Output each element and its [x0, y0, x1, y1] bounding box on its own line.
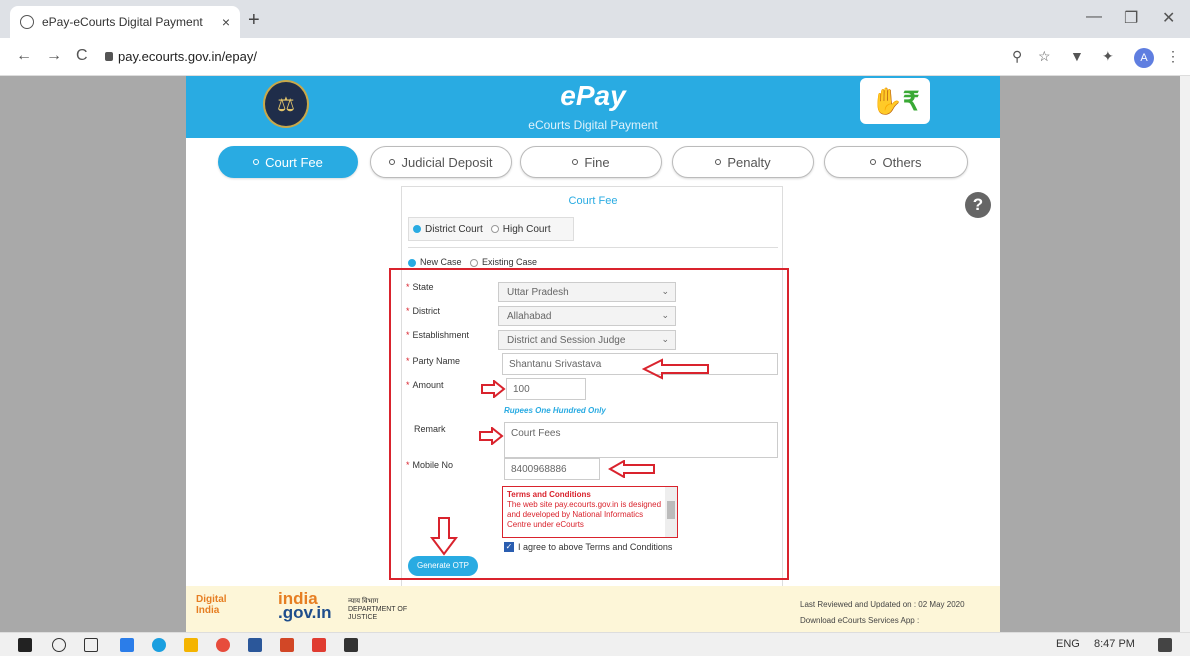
- acrobat-icon[interactable]: [344, 638, 358, 652]
- reload-icon[interactable]: C: [76, 47, 88, 65]
- party-name-label: * Party Name: [406, 356, 461, 366]
- profile-avatar[interactable]: A: [1134, 48, 1154, 68]
- generate-otp-button[interactable]: Generate OTP: [408, 556, 478, 576]
- left-arrow-icon: [608, 460, 655, 478]
- language-indicator[interactable]: ENG: [1056, 638, 1080, 650]
- agree-checkbox[interactable]: ✓: [504, 542, 514, 552]
- chevron-down-icon: ⌄: [661, 334, 669, 344]
- establishment-select[interactable]: District and Session Judge ⌄: [498, 330, 676, 350]
- tab-title: ePay-eCourts Digital Payment: [42, 15, 203, 29]
- epay-page: ⚖ ePay eCourts Digital Payment ✋₹ Court …: [186, 76, 1000, 632]
- clock[interactable]: 8:47 PM: [1094, 638, 1135, 650]
- left-arrow-icon: [642, 358, 709, 380]
- tab-fine[interactable]: Fine: [520, 146, 662, 178]
- tab-judicial-deposit[interactable]: Judicial Deposit: [370, 146, 512, 178]
- terms-box[interactable]: Terms and Conditions The web site pay.ec…: [502, 486, 678, 538]
- page-scrollbar[interactable]: [1180, 76, 1190, 632]
- divider: [408, 247, 778, 248]
- close-window-button[interactable]: ✕: [1162, 8, 1175, 28]
- radio-high-court[interactable]: High Court: [490, 224, 551, 235]
- windows-start-icon[interactable]: [18, 638, 32, 652]
- terms-heading: Terms and Conditions: [507, 490, 591, 499]
- minimize-button[interactable]: —: [1086, 8, 1102, 26]
- mobile-label: * Mobile No: [406, 460, 454, 470]
- remark-label: Remark: [414, 424, 446, 434]
- tab-penalty[interactable]: Penalty: [672, 146, 814, 178]
- radio-new-case[interactable]: New Case: [408, 257, 462, 267]
- rupee-payment-logo-icon: ✋₹: [860, 78, 930, 124]
- tab-others[interactable]: Others: [824, 146, 968, 178]
- district-select[interactable]: Allahabad ⌄: [498, 306, 676, 326]
- right-arrow-icon: [479, 427, 504, 445]
- department-of-justice-logo: न्याय विभाग DEPARTMENT OF JUSTICE: [348, 598, 408, 621]
- shield-icon[interactable]: ▼: [1070, 48, 1084, 64]
- lock-icon: [105, 52, 113, 61]
- bookmark-star-icon[interactable]: ☆: [1038, 48, 1051, 65]
- site-header: ⚖ ePay eCourts Digital Payment ✋₹: [186, 76, 1000, 138]
- browser-tab[interactable]: ePay-eCourts Digital Payment ×: [10, 6, 240, 38]
- forward-icon[interactable]: →: [46, 47, 62, 65]
- close-tab-icon[interactable]: ×: [222, 14, 230, 30]
- windows-taskbar: ENG 8:47 PM: [0, 632, 1190, 656]
- chevron-down-icon: ⌄: [661, 310, 669, 320]
- app-red-icon[interactable]: [312, 638, 326, 652]
- form-title: Court Fee: [568, 195, 618, 207]
- powerpoint-icon[interactable]: [280, 638, 294, 652]
- establishment-label: * Establishment: [406, 330, 470, 340]
- chevron-down-icon: ⌄: [661, 286, 669, 296]
- mobile-input[interactable]: 8400968886: [504, 458, 600, 480]
- address-bar: ← → C pay.ecourts.gov.in/epay/ ⚲ ☆ ▼ ✦ A…: [0, 38, 1190, 76]
- url-field[interactable]: pay.ecourts.gov.in/epay/: [118, 49, 257, 64]
- case-type-selector: New Case Existing Case: [408, 257, 543, 267]
- radio-icon: [389, 159, 396, 165]
- last-reviewed-text: Last Reviewed and Updated on : 02 May 20…: [800, 600, 965, 609]
- terms-scrollbar[interactable]: [665, 487, 677, 537]
- search-icon[interactable]: [52, 638, 66, 652]
- new-tab-button[interactable]: +: [248, 9, 260, 32]
- menu-kebab-icon[interactable]: ⋮: [1166, 48, 1180, 65]
- word-icon[interactable]: [248, 638, 262, 652]
- download-app-text: Download eCourts Services App :: [800, 616, 920, 625]
- task-view-icon[interactable]: [84, 638, 98, 652]
- payment-type-tabs: Court Fee Judicial Deposit Fine Penalty …: [186, 146, 1000, 180]
- amount-label: * Amount: [406, 380, 444, 390]
- right-arrow-icon: [481, 380, 506, 398]
- radio-district-court[interactable]: District Court: [413, 224, 483, 235]
- agree-checkbox-row[interactable]: ✓ I agree to above Terms and Conditions: [504, 542, 672, 552]
- back-icon[interactable]: ←: [16, 47, 32, 65]
- radio-icon: [715, 159, 722, 165]
- radio-icon: [870, 159, 877, 165]
- amount-input[interactable]: 100: [506, 378, 586, 400]
- court-type-selector: District Court High Court: [408, 217, 574, 241]
- maximize-button[interactable]: ❐: [1124, 8, 1138, 28]
- extensions-icon[interactable]: ✦: [1102, 48, 1114, 65]
- radio-icon: [572, 159, 579, 165]
- globe-icon: [20, 15, 34, 29]
- remark-textarea[interactable]: Court Fees: [504, 422, 778, 458]
- notification-icon[interactable]: [1158, 638, 1172, 652]
- agree-label: I agree to above Terms and Conditions: [518, 542, 673, 552]
- app-icon[interactable]: [120, 638, 134, 652]
- state-select[interactable]: Uttar Pradesh ⌄: [498, 282, 676, 302]
- browser-tab-bar: ePay-eCourts Digital Payment × + — ❐ ✕: [0, 0, 1190, 38]
- help-icon[interactable]: ?: [965, 192, 991, 218]
- site-footer: Digital India india .gov.in न्याय विभाग DE…: [186, 586, 1000, 632]
- edge-icon[interactable]: [152, 638, 166, 652]
- state-label: * State: [406, 282, 434, 292]
- digital-india-logo: Digital India: [196, 594, 227, 616]
- tab-court-fee[interactable]: Court Fee: [218, 146, 358, 178]
- radio-existing-case[interactable]: Existing Case: [470, 257, 537, 267]
- down-arrow-icon: [430, 517, 458, 556]
- zoom-icon[interactable]: ⚲: [1012, 48, 1022, 65]
- chrome-icon[interactable]: [216, 638, 230, 652]
- india-gov-logo[interactable]: india .gov.in: [278, 590, 332, 621]
- district-label: * District: [406, 306, 441, 316]
- terms-text: The web site pay.ecourts.gov.in is desig…: [507, 500, 662, 529]
- radio-icon: [253, 159, 260, 165]
- amount-in-words: Rupees One Hundred Only: [504, 406, 606, 415]
- party-name-input[interactable]: Shantanu Srivastava: [502, 353, 778, 375]
- file-explorer-icon[interactable]: [184, 638, 198, 652]
